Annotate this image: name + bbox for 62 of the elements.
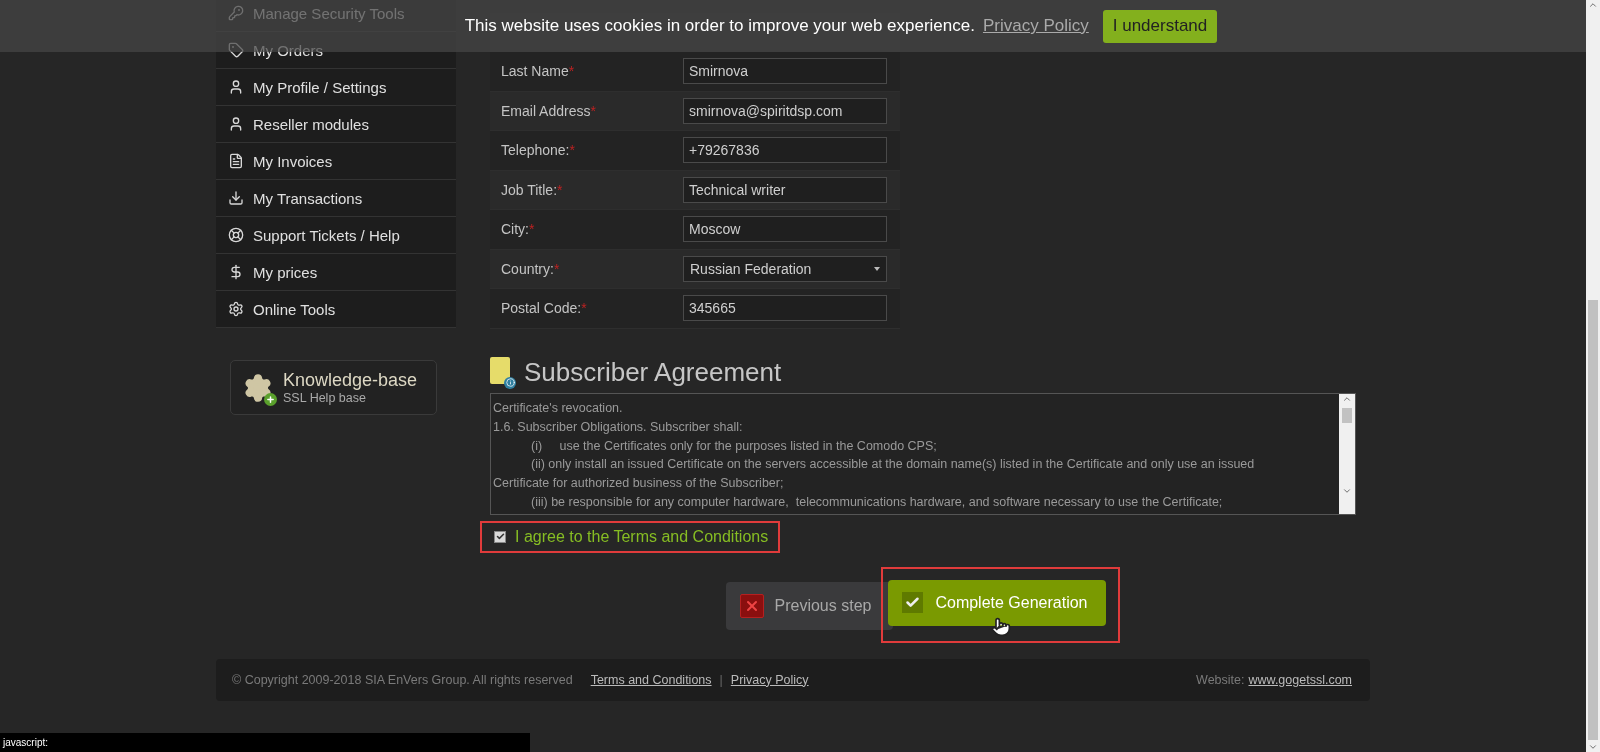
- menu-icon: [228, 227, 244, 243]
- menu-icon: [228, 116, 244, 132]
- agree-label[interactable]: I agree to the Terms and Conditions: [515, 527, 769, 546]
- sidebar-item[interactable]: Online Tools: [216, 291, 456, 328]
- scroll-thumb[interactable]: [1588, 300, 1598, 740]
- knowledge-base-card[interactable]: Knowledge-base SSL Help base: [230, 360, 437, 415]
- sidebar-item[interactable]: My Profile / Settings: [216, 69, 456, 106]
- sidebar-item[interactable]: My Transactions: [216, 180, 456, 217]
- agreement-line: (ii) only install an issued Certificate on the servers accessible at the domain name(s) listed in the Certificate and only use an issued: [530, 456, 1256, 474]
- knowledge-base-title: Knowledge-base: [283, 370, 418, 391]
- sidebar-item[interactable]: Support Tickets / Help: [216, 217, 456, 254]
- privacy-link[interactable]: Privacy Policy: [982, 16, 1089, 36]
- copyright-text: © Copyright 2009-2018 SIA EnVers Group. All rights reserved: [232, 672, 573, 687]
- terms-link[interactable]: Terms and Conditions: [590, 672, 712, 687]
- field-label: Email Address*: [501, 102, 597, 119]
- field-label: City:*: [501, 221, 536, 238]
- menu-icon: [228, 190, 244, 206]
- privacy-link[interactable]: Privacy Policy: [730, 672, 809, 687]
- country-select[interactable]: Russian Federation: [683, 255, 887, 282]
- sidebar-item[interactable]: My prices: [216, 254, 456, 291]
- menu-icon: [228, 79, 244, 95]
- field-label: Postal Code:*: [501, 300, 588, 317]
- check-icon: [902, 592, 924, 613]
- knowledge-base-subtitle: SSL Help base: [283, 391, 367, 405]
- field-label: Job Title:*: [501, 181, 564, 198]
- close-icon: [740, 593, 765, 618]
- menu-icon: [228, 301, 244, 317]
- field-label: Country:*: [501, 260, 561, 277]
- input-field[interactable]: Smirnova: [683, 58, 887, 85]
- separator: |: [719, 672, 723, 687]
- agree-checkbox[interactable]: [494, 530, 506, 543]
- agreement-line: 1.6. Subscriber Obligations. Subscriber shall:: [493, 419, 744, 436]
- website-link[interactable]: www.gogetssl.com: [1248, 672, 1352, 687]
- pointer-cursor-icon: [991, 616, 1012, 637]
- menu-icon: [228, 153, 244, 169]
- previous-step-button[interactable]: Previous step: [726, 581, 894, 630]
- scroll-down-icon[interactable]: [1588, 742, 1598, 752]
- menu-icon: [228, 264, 244, 280]
- input-field[interactable]: 345665: [683, 295, 887, 322]
- input-field[interactable]: Moscow: [683, 216, 887, 243]
- field-label: Last Name*: [501, 63, 576, 80]
- scroll-up-icon[interactable]: [1588, 0, 1598, 10]
- agreement-line: Certificate for authorized business of the Subscriber;: [493, 475, 785, 493]
- section-title: Subscriber Agreement: [524, 357, 782, 388]
- agreement-text-area[interactable]: [490, 392, 1356, 515]
- agreement-line: (i) use the Certificates only for the purposes listed in the Comodo CPS;: [530, 437, 938, 455]
- agreement-line: Certificate's revocation.: [493, 400, 624, 418]
- cookie-message: This website uses cookies in order to improve your web experience.: [464, 16, 975, 36]
- status-text: javascript:: [3, 737, 48, 748]
- input-field[interactable]: smirnova@spiritdsp.com: [683, 97, 887, 124]
- agreement-line: (iii) be responsible for any computer hardware, telecommunications hardware, and software necessary to use the Certificate;: [530, 493, 1224, 511]
- scroll-thumb[interactable]: [1342, 407, 1352, 423]
- field-label: Telephone:*: [501, 142, 576, 159]
- scrollbar[interactable]: [1339, 393, 1355, 514]
- page-scrollbar[interactable]: [1586, 0, 1600, 752]
- sidebar-item[interactable]: My Invoices: [216, 143, 456, 180]
- understand-button[interactable]: I understand: [1102, 9, 1218, 43]
- sidebar-item[interactable]: Reseller modules: [216, 106, 456, 143]
- website-label: Website:: [1196, 672, 1245, 687]
- input-field[interactable]: Technical writer: [683, 176, 887, 203]
- document-icon: [490, 356, 516, 389]
- input-field[interactable]: +79267836: [683, 137, 887, 164]
